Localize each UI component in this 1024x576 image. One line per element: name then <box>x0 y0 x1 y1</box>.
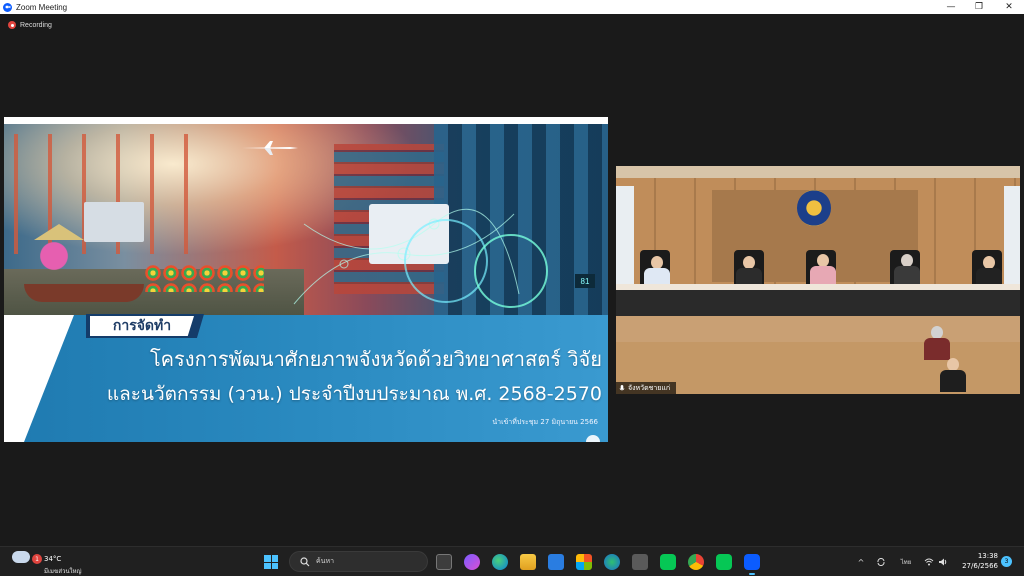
show-hidden-icons-chevron[interactable]: ^ <box>856 557 866 567</box>
edge-icon[interactable] <box>492 554 508 570</box>
wifi-icon[interactable] <box>924 557 934 567</box>
participant-person <box>894 254 920 288</box>
fruit-image <box>144 264 264 292</box>
recording-icon <box>8 21 16 29</box>
participant-person <box>924 326 950 360</box>
weather-condition: มีเมฆส่วนใหญ่ <box>44 568 82 575</box>
participant-name: จังหวัดชายแก่ <box>628 383 671 392</box>
sync-icon[interactable] <box>876 557 886 567</box>
slide-title-line-1: โครงการพัฒนาศักยภาพจังหวัดด้วยวิทยาศาสตร… <box>149 347 602 371</box>
participant-person <box>810 254 836 288</box>
taskbar-search[interactable]: ค้นหา <box>289 551 428 572</box>
window-title: Zoom Meeting <box>16 2 68 12</box>
slide-tag: การจัดทำ <box>90 316 194 336</box>
recording-indicator[interactable]: Recording <box>8 21 52 29</box>
windows-logo-icon <box>264 555 271 562</box>
maximize-button[interactable]: ❐ <box>964 0 994 14</box>
cloud-icon <box>12 551 30 563</box>
clock-time: 13:38 <box>977 552 998 560</box>
participant-nameplate: จังหวัดชายแก่ <box>616 382 677 394</box>
windows-taskbar: 1 34°C มีเมฆส่วนใหญ่ ค้นหา ^ ไทย 13:38 2… <box>0 546 1024 576</box>
line-icon[interactable] <box>660 554 676 570</box>
language-indicator[interactable]: ไทย <box>898 557 914 567</box>
line-icon[interactable] <box>716 554 732 570</box>
airplane-icon <box>242 141 298 155</box>
browser-icon[interactable] <box>604 554 620 570</box>
small-truck-image <box>84 202 144 242</box>
clock-date: 27/6/2566 <box>962 562 998 570</box>
calculator-icon[interactable] <box>632 554 648 570</box>
provincial-seal-emblem <box>797 190 831 226</box>
window-titlebar: Zoom Meeting — ❐ ✕ <box>0 0 1024 14</box>
file-explorer-icon[interactable] <box>520 554 536 570</box>
start-button[interactable] <box>264 555 278 569</box>
slide-title-line-2: และนวัตกรรม (ววน.) ประจำปีงบประมาณ พ.ศ. … <box>106 383 602 405</box>
window-right <box>1004 186 1020 286</box>
search-icon <box>300 556 310 566</box>
weather-temperature: 34°C <box>44 555 62 563</box>
shared-screen-slide: 81 การจัดทำ โครงการพัฒนาศักยภาพจังหวัดด้… <box>4 117 608 442</box>
weather-widget[interactable]: 1 34°C มีเมฆส่วนใหญ่ <box>12 551 82 575</box>
microsoft-store-icon[interactable] <box>576 554 592 570</box>
slide-tag-label: การจัดทำ <box>112 318 172 334</box>
participant-person <box>940 358 966 392</box>
notification-badge[interactable]: 3 <box>1001 556 1012 567</box>
weather-badge: 1 <box>32 554 42 564</box>
mail-icon[interactable] <box>548 554 564 570</box>
ceiling <box>616 166 1020 178</box>
slide-banner-image: 81 <box>4 124 608 324</box>
close-button[interactable]: ✕ <box>994 0 1024 14</box>
meeting-table-front <box>616 290 1020 316</box>
hud-number: 81 <box>575 274 595 288</box>
window-left <box>616 186 634 286</box>
participant-video-tile[interactable]: จังหวัดชายแก่ <box>616 166 1020 394</box>
zoom-logo-icon <box>3 2 12 12</box>
taskbar-clock[interactable]: 13:38 27/6/2566 <box>944 551 998 571</box>
recording-label: Recording <box>20 21 52 29</box>
microphone-icon <box>619 384 625 390</box>
slide-page-dot <box>586 435 600 442</box>
slide-note: นำเข้าที่ประชุม 27 มิถุนายน 2566 <box>492 418 598 426</box>
vendor-image <box>24 234 84 289</box>
zoom-taskbar-icon[interactable] <box>744 554 760 575</box>
chrome-icon[interactable] <box>688 554 704 570</box>
hud-gauge-icon <box>474 234 548 308</box>
task-view-icon[interactable] <box>436 554 452 570</box>
minimize-button[interactable]: — <box>936 0 966 14</box>
copilot-icon[interactable] <box>464 554 480 570</box>
search-placeholder: ค้นหา <box>316 557 335 565</box>
